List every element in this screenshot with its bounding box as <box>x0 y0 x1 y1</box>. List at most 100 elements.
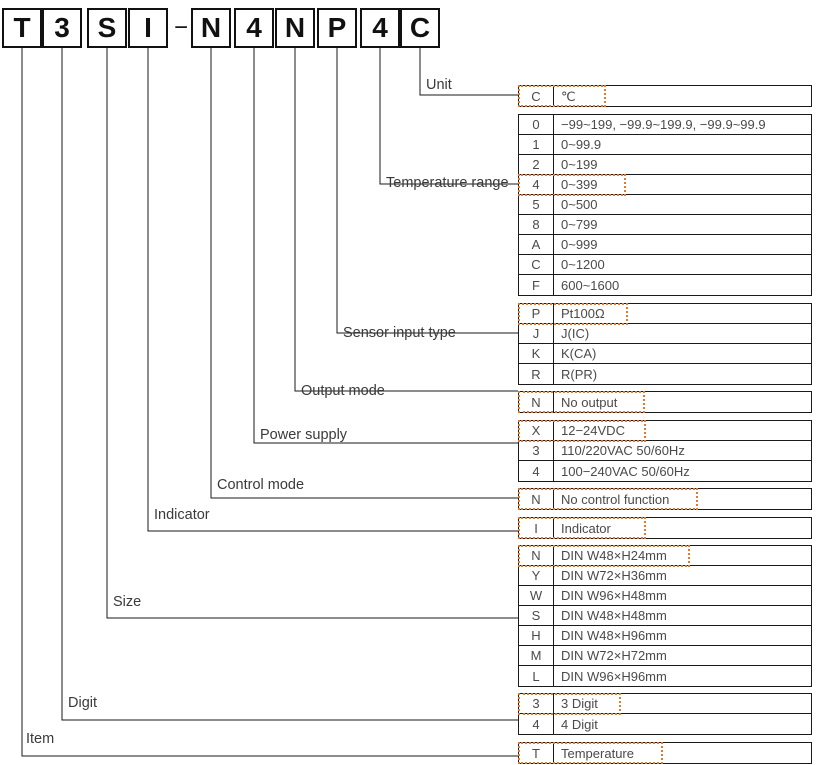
spec-group-digit: 3 3 Digit 4 4 Digit <box>518 693 812 735</box>
category-label-indicator: Indicator <box>154 507 210 523</box>
category-label-unit: Unit <box>426 77 452 93</box>
spec-description-cell: 0~999 <box>561 237 598 252</box>
spec-description-cell: 0~399 <box>561 177 598 192</box>
spec-code-cell: C <box>519 86 554 106</box>
category-label-control-mode: Control mode <box>217 477 305 493</box>
spec-row: N DIN W48×H24mm <box>518 545 811 567</box>
spec-row: 4 4 Digit <box>519 714 811 734</box>
spec-code-cell: 2 <box>519 155 554 174</box>
spec-description-cell: DIN W72×H36mm <box>561 568 667 583</box>
spec-code-cell: 3 <box>519 441 554 460</box>
spec-code-cell: 0 <box>519 115 554 134</box>
spec-description-cell: J(IC) <box>561 326 590 341</box>
category-label-digit: Digit <box>68 695 98 711</box>
spec-group-control-mode: N No control function <box>518 488 812 510</box>
category-label-temperature-range: Temperature range <box>386 175 509 191</box>
spec-code-cell: F <box>519 275 554 295</box>
spec-code-cell: 5 <box>519 195 554 214</box>
model-code-char-8: P <box>317 8 357 48</box>
model-code-char-9: 4 <box>360 8 400 48</box>
model-code-char-2: S <box>87 8 127 48</box>
spec-description-cell: Pt100Ω <box>561 306 605 321</box>
model-code-char-5: N <box>191 8 231 48</box>
spec-row: 4 100−240VAC 50/60Hz <box>519 461 811 481</box>
spec-description-cell: DIN W96×H48mm <box>561 588 667 603</box>
spec-code-cell: A <box>519 235 554 254</box>
spec-description-cell: 0~500 <box>561 197 598 212</box>
spec-code-cell: Y <box>519 566 554 585</box>
spec-code-cell: R <box>519 364 554 384</box>
spec-group-temperature-range: 0 −99~199, −99.9~199.9, −99.9~99.9 1 0~99.9… <box>518 114 812 296</box>
spec-row: A 0~999 <box>519 235 811 255</box>
spec-description-cell: DIN W48×H96mm <box>561 628 667 643</box>
spec-description-cell: 0~199 <box>561 157 598 172</box>
spec-group-power-supply: X 12−24VDC 3 110/220VAC 50/60Hz 4 100−240VAC … <box>518 420 812 482</box>
spec-code-cell: P <box>519 304 554 323</box>
category-label-size: Size <box>113 594 142 610</box>
spec-code-cell: S <box>519 606 554 625</box>
spec-description-cell: 600~1600 <box>561 277 620 293</box>
model-code-char-6: 4 <box>234 8 274 48</box>
category-label-sensor-input-type: Sensor input type <box>343 325 456 341</box>
spec-row: 3 3 Digit <box>518 693 811 715</box>
spec-group-item: T Temperature <box>518 742 812 764</box>
spec-row: 4 0~399 <box>518 174 811 196</box>
spec-row: P Pt100Ω <box>518 303 811 325</box>
spec-description-cell: 4 Digit <box>561 716 598 732</box>
category-label-power-supply: Power supply <box>260 427 348 443</box>
spec-row: 3 110/220VAC 50/60Hz <box>519 441 811 461</box>
spec-row: W DIN W96×H48mm <box>519 586 811 606</box>
spec-group-size: N DIN W48×H24mm Y DIN W72×H36mm W DIN W96×H48… <box>518 545 812 687</box>
spec-row: J J(IC) <box>519 324 811 344</box>
spec-row: R R(PR) <box>519 364 811 384</box>
spec-description-cell: DIN W96×H96mm <box>561 668 667 684</box>
spec-row: T Temperature <box>518 742 811 764</box>
spec-row: 2 0~199 <box>519 155 811 175</box>
spec-row: Y DIN W72×H36mm <box>519 566 811 586</box>
spec-description-cell: 0~99.9 <box>561 137 602 152</box>
spec-row: C 0~1200 <box>519 255 811 275</box>
spec-row: 8 0~799 <box>519 215 811 235</box>
spec-description-cell: ℃ <box>561 88 576 104</box>
spec-group-indicator: I Indicator <box>518 517 812 539</box>
model-code-char-3: I <box>128 8 168 48</box>
spec-code-cell: I <box>519 518 554 538</box>
spec-row: K K(CA) <box>519 344 811 364</box>
model-code-char-1: 3 <box>42 8 82 48</box>
spec-code-cell: H <box>519 626 554 645</box>
category-label-output-mode: Output mode <box>301 383 385 399</box>
spec-description-cell: 110/220VAC 50/60Hz <box>561 443 685 458</box>
category-label-item: Item <box>26 731 55 747</box>
spec-code-cell: N <box>519 489 554 509</box>
spec-code-cell: N <box>519 546 554 565</box>
spec-row: 1 0~99.9 <box>519 135 811 155</box>
spec-row: I Indicator <box>518 517 811 539</box>
model-code-char-7: N <box>275 8 315 48</box>
model-code-row: T 3 S I − N 4 N P 4 C <box>0 0 460 60</box>
spec-row: X 12−24VDC <box>518 420 811 442</box>
spec-code-cell: W <box>519 586 554 605</box>
spec-description-cell: DIN W48×H24mm <box>561 548 667 563</box>
spec-row: M DIN W72×H72mm <box>519 646 811 666</box>
spec-description-cell: 0~1200 <box>561 257 605 272</box>
spec-code-cell: L <box>519 666 554 686</box>
spec-description-cell: Temperature <box>561 745 634 761</box>
spec-row: L DIN W96×H96mm <box>519 666 811 686</box>
spec-description-cell: 3 Digit <box>561 696 598 711</box>
spec-description-cell: Indicator <box>561 520 611 536</box>
spec-code-cell: X <box>519 421 554 440</box>
spec-description-cell: DIN W48×H48mm <box>561 608 667 623</box>
spec-code-cell: 4 <box>519 461 554 481</box>
spec-group-output-mode: N No output <box>518 391 812 413</box>
model-code-char-0: T <box>2 8 42 48</box>
spec-code-cell: N <box>519 392 554 412</box>
spec-code-cell: 4 <box>519 175 554 194</box>
spec-description-cell: DIN W72×H72mm <box>561 648 667 663</box>
spec-row: N No output <box>518 391 811 413</box>
spec-row: S DIN W48×H48mm <box>519 606 811 626</box>
spec-code-cell: 4 <box>519 714 554 734</box>
spec-description-cell: No control function <box>561 491 670 507</box>
spec-description-cell: K(CA) <box>561 346 597 361</box>
spec-group-sensor-input-type: P Pt100Ω J J(IC) K K(CA) R R(PR) <box>518 303 812 385</box>
spec-description-cell: R(PR) <box>561 366 598 382</box>
